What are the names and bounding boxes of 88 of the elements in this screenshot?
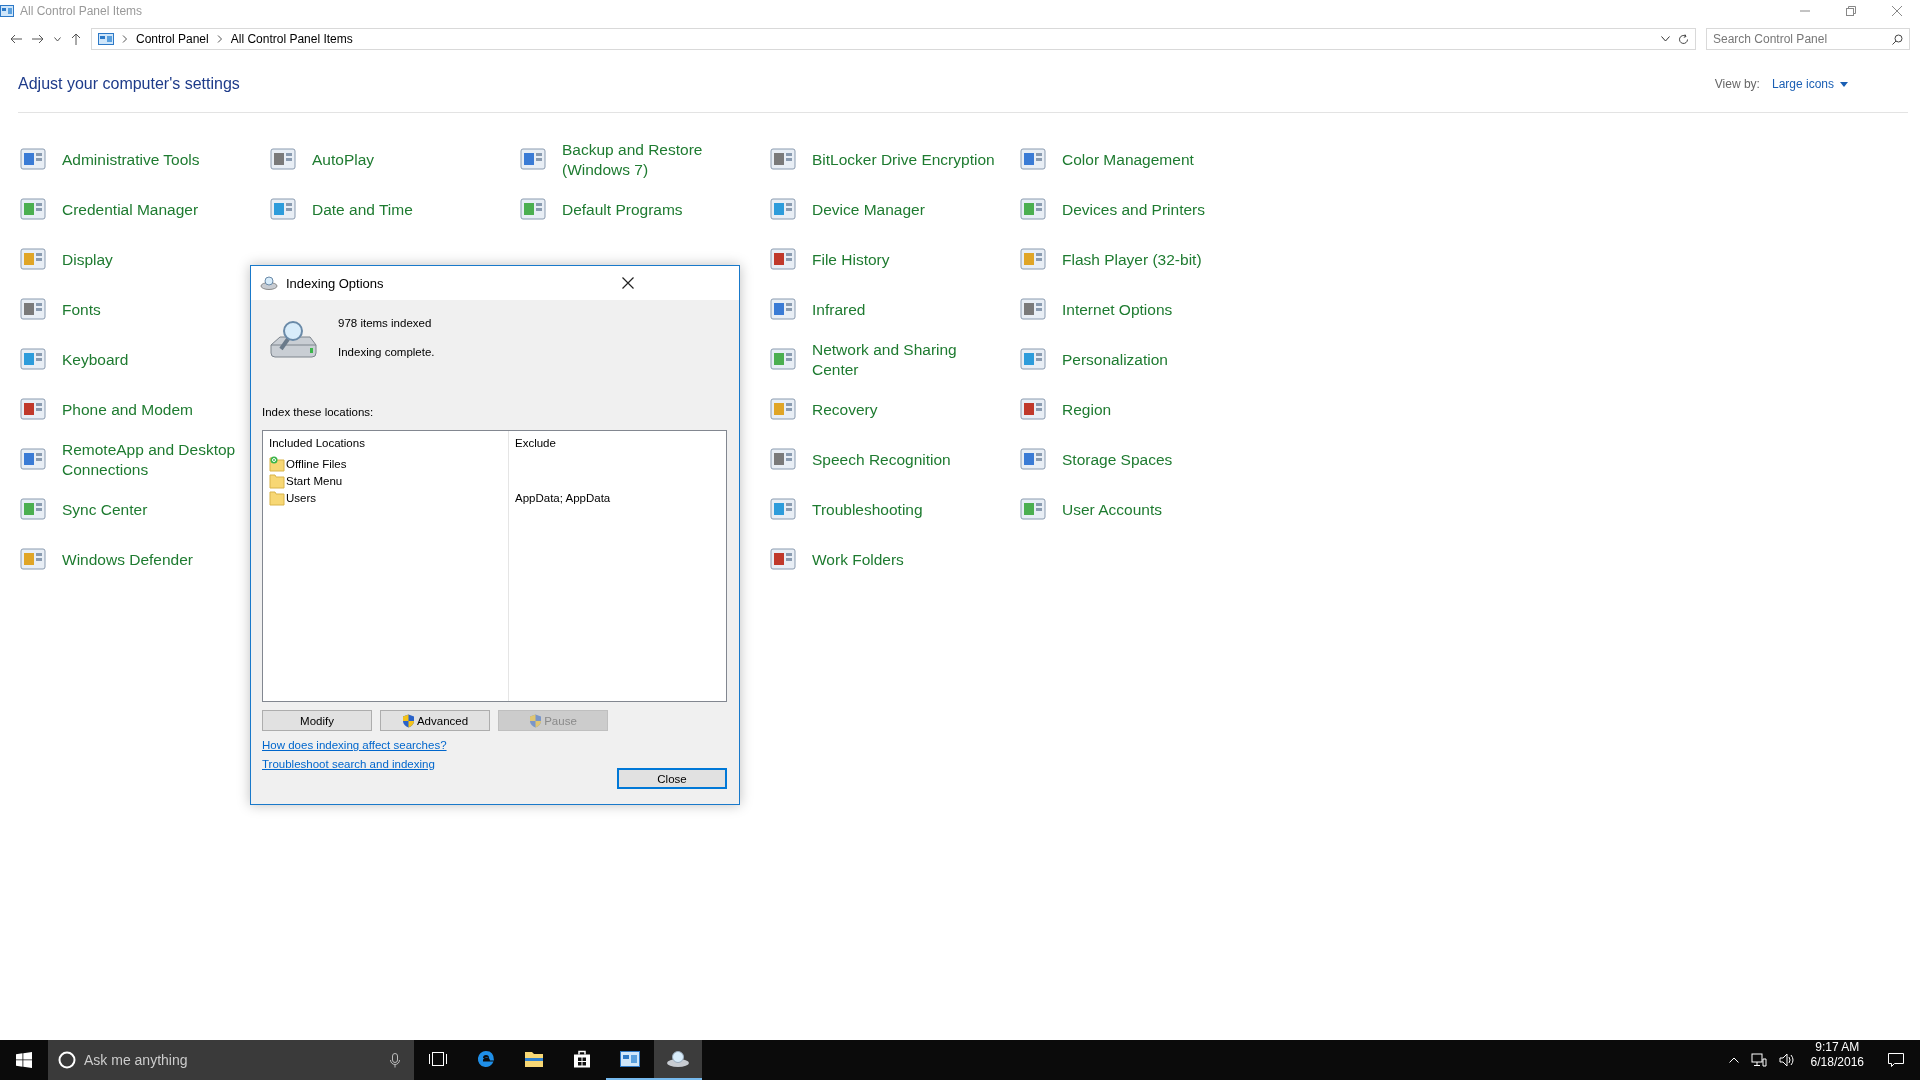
back-icon[interactable] [10, 34, 22, 44]
task-view-icon [429, 1052, 447, 1066]
control-panel-icon [98, 33, 114, 45]
breadcrumb[interactable]: Control Panel [136, 32, 209, 46]
applet-link[interactable]: BitLocker Drive Encryption [812, 150, 1002, 170]
folder-icon [524, 1050, 544, 1068]
chevron-up-icon[interactable] [1728, 1057, 1739, 1063]
applet-link[interactable]: Troubleshooting [812, 500, 1002, 520]
indexing-icon [666, 1050, 690, 1068]
view-dropdown[interactable]: Large icons [1771, 77, 1848, 91]
applet-link[interactable]: Sync Center [62, 500, 252, 520]
applet-link[interactable]: Windows Defender [62, 550, 252, 570]
browser-icon [476, 1049, 496, 1069]
speaker-icon[interactable] [1778, 1053, 1795, 1067]
view-by-label: View by: [1714, 77, 1760, 91]
dropdown-icon[interactable] [54, 36, 61, 42]
applet-link[interactable]: Phone and Modem [62, 400, 252, 420]
applet-link[interactable]: User Accounts [1062, 500, 1252, 520]
search-circle-icon [58, 1051, 76, 1069]
chevron-icon [216, 35, 223, 43]
status-text: Indexing complete. [338, 345, 435, 358]
restore-icon[interactable] [1846, 6, 1856, 16]
applet-link[interactable]: Storage Spaces [1062, 450, 1252, 470]
shield-icon [529, 713, 543, 728]
start-icon[interactable] [16, 1052, 32, 1068]
applet-link[interactable]: Personalization [1062, 350, 1252, 370]
applet-link[interactable]: Speech Recognition [812, 450, 1002, 470]
item-count: 978 items indexed [338, 316, 433, 329]
clock-time[interactable]: 9:17 AM [1815, 1040, 1860, 1055]
applet-link[interactable]: Work Folders [812, 550, 1002, 570]
action-button[interactable]: Modify [262, 710, 372, 731]
chevron-icon [122, 35, 128, 43]
applet-link[interactable]: Credential Manager [62, 200, 252, 220]
taskbar-search-field[interactable]: Ask me anything [48, 1040, 414, 1080]
help-link[interactable]: Troubleshoot search and indexing [262, 758, 435, 770]
applet-link[interactable]: RemoteApp and Desktop Connections [62, 440, 252, 480]
location-cell[interactable]: Users [286, 491, 317, 504]
applet-link[interactable]: Flash Player (32-bit) [1062, 250, 1252, 270]
location-cell[interactable]: Offline Files [286, 457, 347, 470]
close-button[interactable]: Close [617, 768, 727, 789]
applet-link[interactable]: Default Programs [562, 200, 752, 220]
applet-link[interactable]: Device Manager [812, 200, 1002, 220]
caret-icon [1840, 81, 1848, 87]
search-field[interactable]: Search Control Panel [1706, 28, 1910, 50]
dropdown-icon[interactable] [1661, 36, 1670, 42]
close-icon[interactable] [621, 277, 634, 289]
applet-link[interactable]: Keyboard [62, 350, 252, 370]
control-panel-icon [0, 5, 14, 17]
column-header[interactable]: Included Locations [269, 437, 365, 449]
network-icon[interactable] [1750, 1053, 1767, 1067]
control-panel-icon [620, 1051, 640, 1067]
microphone-icon [390, 1052, 400, 1068]
shield-icon [401, 713, 415, 728]
up-icon[interactable] [71, 33, 81, 45]
clock-date[interactable]: 6/18/2016 [1810, 1055, 1864, 1070]
refresh-icon[interactable] [1678, 33, 1689, 45]
applet-link[interactable]: Internet Options [1062, 300, 1252, 320]
applet-link[interactable]: Devices and Printers [1062, 200, 1252, 220]
applet-link[interactable]: Display [62, 250, 252, 270]
applet-link[interactable]: Fonts [62, 300, 252, 320]
applet-link[interactable]: Color Management [1062, 150, 1252, 170]
applet-link[interactable]: Infrared [812, 300, 1002, 320]
taskbar-button[interactable] [654, 1040, 702, 1080]
applet-link[interactable]: Network and Sharing Center [812, 340, 1002, 380]
applet-link[interactable]: AutoPlay [312, 150, 502, 170]
forward-icon[interactable] [32, 34, 44, 44]
disk-search-icon [268, 319, 318, 361]
applet-link[interactable]: Backup and Restore (Windows 7) [562, 140, 752, 180]
dialog-title: Indexing Options [286, 275, 385, 291]
action-button[interactable]: Advanced [380, 710, 490, 731]
page-heading: Adjust your computer's settings [18, 75, 241, 93]
breadcrumb[interactable]: All Control Panel Items [230, 32, 353, 46]
location-cell[interactable]: Start Menu [286, 474, 343, 487]
window-title: All Control Panel Items [20, 4, 143, 18]
applet-link[interactable]: Administrative Tools [62, 150, 252, 170]
help-link[interactable]: How does indexing affect searches? [262, 739, 447, 751]
applet-link[interactable]: Recovery [812, 400, 1002, 420]
exclude-cell: AppData; AppData [515, 491, 611, 504]
notification-icon[interactable] [1888, 1053, 1904, 1067]
store-icon [574, 1050, 590, 1068]
column-header[interactable]: Exclude [515, 437, 556, 449]
applet-link[interactable]: Region [1062, 400, 1252, 420]
indexing-icon [260, 276, 278, 290]
locations-list[interactable]: Included Locations Offline Files Start Menu Users Exclude AppData; AppData [262, 430, 727, 702]
locations-label: Index these locations: [262, 406, 375, 418]
search-icon [1892, 33, 1903, 45]
applet-link[interactable]: File History [812, 250, 1002, 270]
applet-link[interactable]: Date and Time [312, 200, 502, 220]
